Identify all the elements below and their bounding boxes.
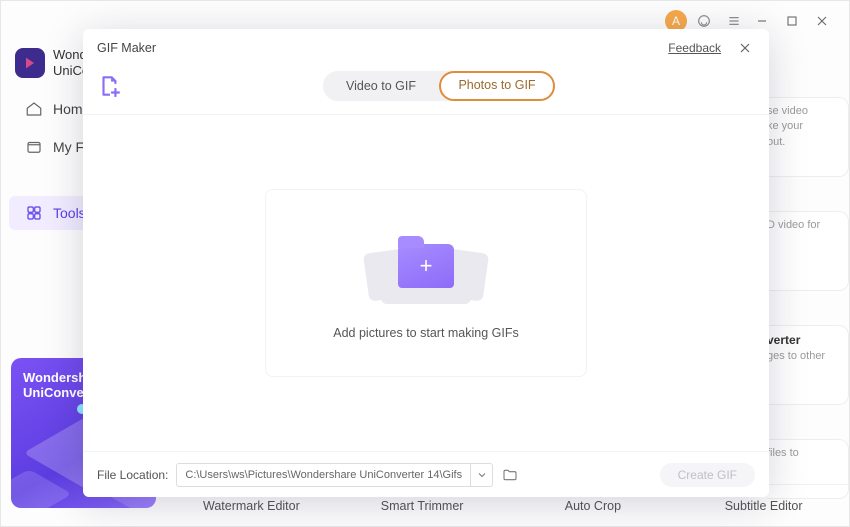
peek-card[interactable]: D video for	[767, 211, 849, 291]
avatar-initial: A	[672, 14, 680, 28]
browse-folder-icon[interactable]	[499, 464, 521, 486]
modal-body: + Add pictures to start making GIFs	[83, 115, 769, 451]
file-location-label: File Location:	[97, 468, 168, 482]
window-maximize[interactable]	[777, 6, 807, 36]
dropzone-label: Add pictures to start making GIFs	[333, 326, 519, 340]
modal-title: GIF Maker	[97, 41, 156, 55]
window-close[interactable]	[807, 6, 837, 36]
file-location-path: C:\Users\ws\Pictures\Wondershare UniConv…	[177, 469, 470, 481]
create-gif-button: Create GIF	[660, 463, 755, 487]
peek-card[interactable]: verter ges to other	[767, 325, 849, 405]
dropzone-illustration: +	[366, 226, 486, 306]
add-file-icon[interactable]	[97, 73, 123, 99]
feedback-link[interactable]: Feedback	[668, 41, 721, 55]
main-window: A Wondershare UniConverter	[0, 0, 850, 527]
brand-icon	[15, 48, 45, 78]
mode-segmented-control: Video to GIF Photos to GIF	[323, 71, 555, 101]
modal-header: GIF Maker Feedback	[83, 29, 769, 67]
sidebar-item-label: Tools	[53, 205, 86, 221]
modal-toolbar: Video to GIF Photos to GIF	[83, 67, 769, 115]
chevron-down-icon[interactable]	[470, 464, 492, 486]
modal-footer: File Location: C:\Users\ws\Pictures\Wond…	[83, 451, 769, 497]
gif-maker-modal: GIF Maker Feedback Video to GIF Photos t…	[83, 29, 769, 497]
file-location-field[interactable]: C:\Users\ws\Pictures\Wondershare UniConv…	[176, 463, 493, 487]
tab-video-to-gif[interactable]: Video to GIF	[323, 71, 439, 101]
dropzone[interactable]: + Add pictures to start making GIFs	[265, 189, 587, 377]
peek-card[interactable]: se video ke your out.	[767, 97, 849, 177]
close-icon[interactable]	[735, 38, 755, 58]
tab-photos-to-gif[interactable]: Photos to GIF	[439, 71, 555, 101]
folder-icon: +	[398, 244, 454, 288]
